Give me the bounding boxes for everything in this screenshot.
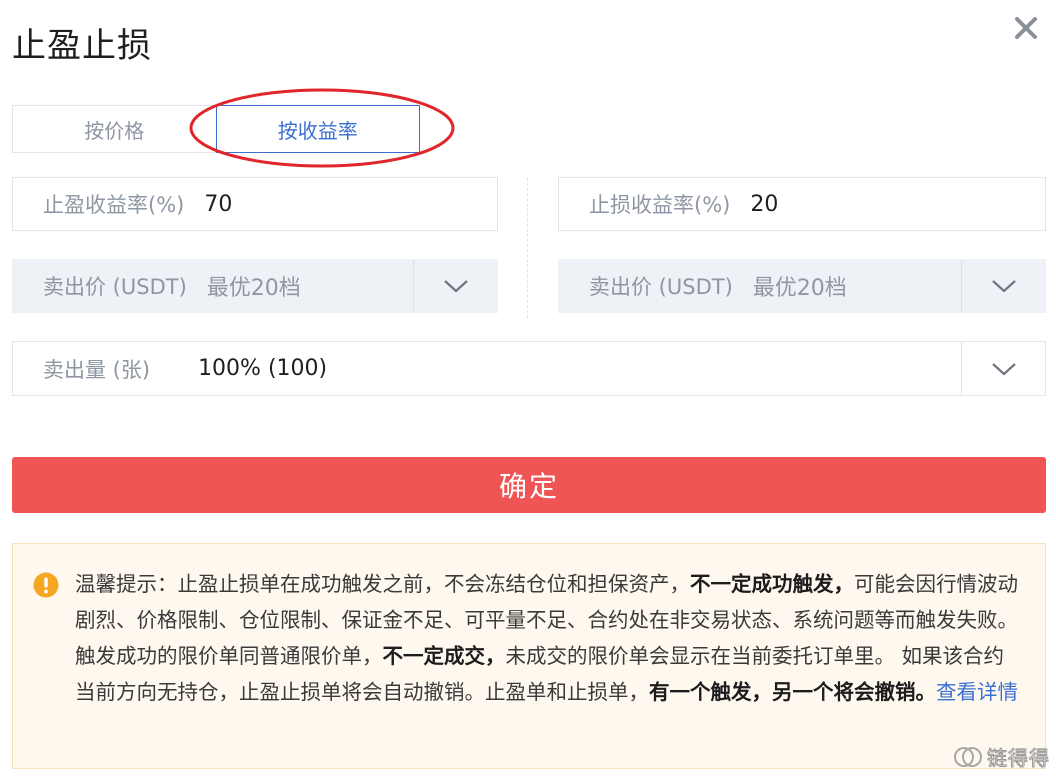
close-button[interactable] [1008,10,1044,46]
take-profit-rate-input[interactable]: 70 [184,192,497,217]
notice-bold-2: 不一定成交， [382,644,506,668]
sell-amount-value: 100% (100) [198,356,328,381]
confirm-button[interactable]: 确定 [12,457,1046,513]
mode-tabs: 按价格 按收益率 [12,105,420,153]
close-icon [1015,17,1037,39]
watermark: 链得得 [953,742,1050,771]
sell-amount-select[interactable]: 卖出量 (张) 100% (100) [12,341,1046,396]
notice-text-1: 温馨提示：止盈止损单在成功触发之前，不会冻结仓位和担保资产， [75,572,690,596]
stop-loss-rate-field[interactable]: 止损收益率(%) 20 [558,177,1046,231]
take-profit-sell-price-select[interactable]: 卖出价 (USDT) 最优20档 [12,259,498,313]
chevron-down-icon [443,280,468,293]
notice-bold-3: 有一个触发，另一个将会撤销。 [649,680,936,704]
chevron-down-icon [991,362,1016,375]
watermark-text: 链得得 [987,746,1050,771]
chevron-down-icon [991,280,1016,293]
take-profit-sell-price-dropdown[interactable] [413,260,497,312]
stop-loss-sell-price-select[interactable]: 卖出价 (USDT) 最优20档 [558,259,1046,313]
warning-icon [33,572,59,598]
stop-loss-rate-label: 止损收益率(%) [589,193,731,217]
watermark-logo-icon [954,746,982,767]
stop-loss-sell-price-value: 最优20档 [752,276,847,301]
dialog-title: 止盈止损 [12,26,152,66]
take-profit-sell-price-value: 最优20档 [206,276,301,301]
take-profit-rate-field[interactable]: 止盈收益率(%) 70 [12,177,498,231]
tab-by-yield[interactable]: 按收益率 [215,105,420,153]
sell-amount-label: 卖出量 (张) [43,357,151,382]
column-divider [527,178,528,318]
tab-by-price[interactable]: 按价格 [12,105,216,153]
take-profit-rate-label: 止盈收益率(%) [43,193,185,217]
view-details-link[interactable]: 查看详情 [936,680,1018,704]
notice-bold-1: 不一定成功触发， [690,572,854,596]
stop-loss-sell-price-label: 卖出价 (USDT) [589,275,733,299]
sell-amount-dropdown[interactable] [961,342,1045,395]
take-profit-sell-price-label: 卖出价 (USDT) [43,275,187,299]
notice-box: 温馨提示：止盈止损单在成功触发之前，不会冻结仓位和担保资产，不一定成功触发，可能… [12,543,1046,769]
stop-loss-sell-price-dropdown[interactable] [961,260,1045,312]
stop-loss-rate-input[interactable]: 20 [730,192,1045,217]
